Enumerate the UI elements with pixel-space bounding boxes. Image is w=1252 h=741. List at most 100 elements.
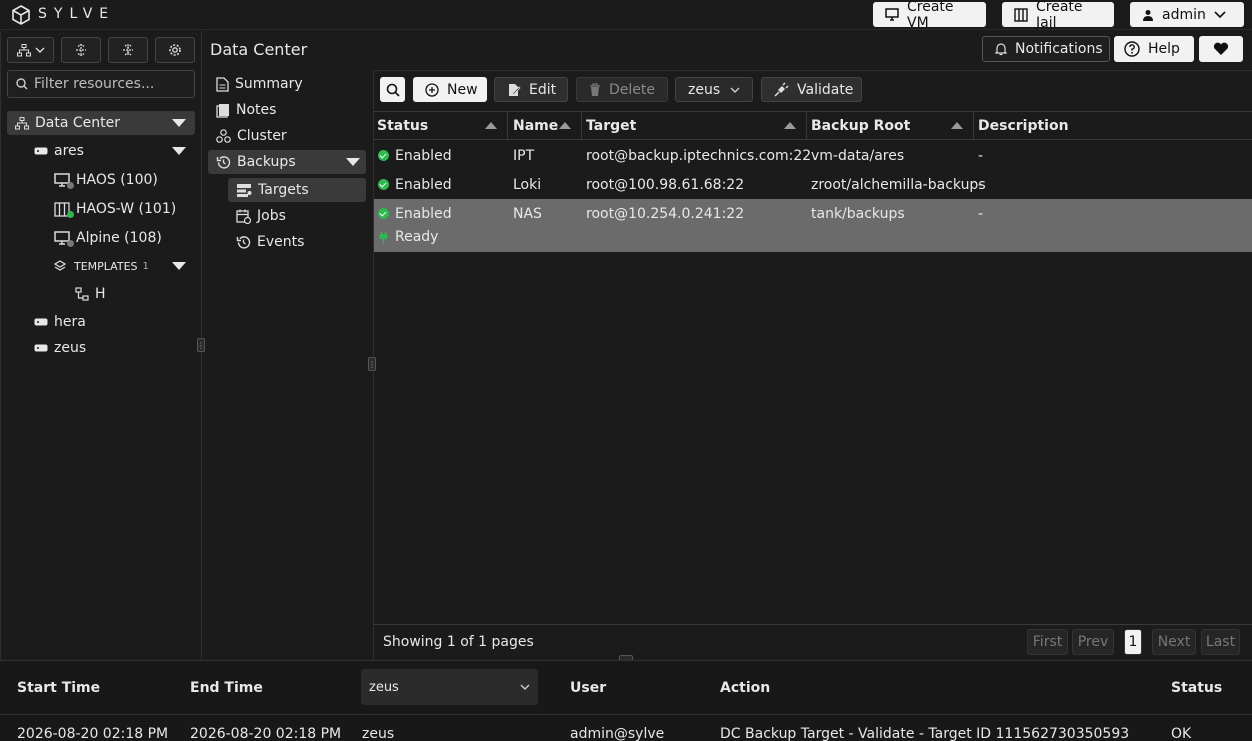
sort-icon[interactable] [559, 122, 571, 129]
edit-label: Edit [529, 81, 557, 98]
nav-jobs[interactable]: Jobs [228, 204, 366, 228]
datacenter-icon [15, 116, 29, 130]
column-header-name[interactable]: Name [508, 112, 582, 140]
expand-all-button[interactable] [61, 37, 101, 63]
column-header-status[interactable]: Status [374, 112, 508, 140]
plus-circle-icon [425, 82, 439, 97]
help-label: Help [1148, 41, 1180, 57]
column-label: Name [513, 118, 559, 134]
question-circle-icon [1124, 41, 1140, 57]
name-cell: Loki [513, 176, 542, 193]
templates-count: 1 [142, 260, 149, 272]
nav-events[interactable]: Events [228, 230, 366, 254]
tree-item-datacenter[interactable]: Data Center [7, 111, 195, 135]
log-node-filter[interactable]: zeus [361, 669, 538, 705]
log-end-time: 2026-08-20 02:18 PM [190, 726, 342, 741]
user-menu-button[interactable]: admin [1130, 2, 1244, 27]
delete-button[interactable]: Delete [576, 77, 668, 102]
nav-summary[interactable]: Summary [208, 72, 366, 96]
status-cell: Enabled [378, 170, 452, 199]
status-text: Enabled [395, 205, 452, 222]
tree-item-template[interactable]: H [75, 282, 106, 306]
log-status: OK [1171, 726, 1192, 741]
chevron-down-icon [730, 87, 740, 93]
status-text: Enabled [395, 176, 452, 193]
log-header-start-time: Start Time [17, 680, 101, 696]
tree-item-label: H [95, 286, 106, 302]
notifications-label: Notifications [1015, 41, 1103, 57]
caret-down-icon[interactable] [172, 262, 186, 270]
column-header-target[interactable]: Target [582, 112, 807, 140]
table-row-selected[interactable]: Enabled NAS root@10.254.0.241:22 tank/ba… [374, 199, 1252, 252]
brand-name: SYLVE [38, 6, 116, 22]
create-jail-button[interactable]: Create Jail [1002, 0, 1114, 31]
chevron-down-icon [1214, 10, 1226, 19]
caret-down-icon[interactable] [346, 158, 360, 166]
create-vm-button[interactable]: Create VM [873, 0, 986, 31]
tree-item-label: HAOS (100) [76, 172, 158, 188]
sort-icon[interactable] [784, 122, 796, 129]
status-stopped-dot [67, 240, 74, 247]
validation-status-text: Ready [395, 229, 439, 245]
status-cell: Enabled [378, 141, 452, 170]
sort-icon[interactable] [951, 122, 963, 129]
sort-icon[interactable] [485, 122, 497, 129]
name-cell: NAS [513, 205, 542, 222]
layers-icon [54, 260, 66, 272]
new-button[interactable]: New [413, 77, 487, 102]
column-header-backup-root[interactable]: Backup Root [807, 112, 974, 140]
monitor-icon [885, 8, 899, 21]
plug-status-icon [378, 231, 389, 244]
server-icon [34, 147, 48, 155]
nav-backups[interactable]: Backups [208, 150, 366, 174]
tree-item-hera[interactable]: hera [34, 310, 86, 334]
first-page-button[interactable]: First [1027, 629, 1068, 655]
table-row[interactable]: Enabled IPT root@backup.iptechnics.com:2… [374, 141, 1252, 170]
search-button[interactable] [380, 77, 405, 102]
nav-label: Backups [237, 154, 296, 170]
chevron-down-icon [35, 47, 45, 53]
nav-label: Events [257, 234, 305, 250]
help-button[interactable]: Help [1114, 36, 1194, 62]
filter-resources-field[interactable] [7, 70, 195, 98]
last-page-button[interactable]: Last [1201, 629, 1240, 655]
settings-button[interactable] [155, 37, 195, 63]
column-header-description[interactable]: Description [974, 112, 1252, 140]
edit-icon [507, 83, 521, 97]
column-label: Target [586, 118, 637, 134]
hierarchy-icon [16, 43, 31, 57]
tree-item-zeus[interactable]: zeus [34, 336, 86, 360]
tree-item-ares[interactable]: ares [34, 139, 84, 163]
collapse-all-button[interactable] [108, 37, 148, 63]
target-cell: root@100.98.61.68:22 [586, 176, 745, 193]
tree-view-dropdown[interactable] [7, 37, 54, 63]
page-number-button[interactable]: 1 [1124, 629, 1142, 655]
prev-page-button[interactable]: Prev [1072, 629, 1114, 655]
notifications-button[interactable]: Notifications [982, 36, 1110, 62]
page-title: Data Center [210, 40, 308, 59]
validation-status: Ready [378, 224, 438, 250]
column-label: Description [978, 118, 1069, 134]
status-stopped-dot [67, 182, 74, 189]
nav-label: Summary [235, 76, 303, 92]
filter-resources-input[interactable] [34, 76, 184, 92]
node-select[interactable]: zeus [675, 77, 753, 102]
validate-button[interactable]: Validate [761, 77, 862, 102]
caret-down-icon[interactable] [172, 147, 186, 155]
nav-targets[interactable]: Targets [228, 178, 366, 202]
next-page-button[interactable]: Next [1152, 629, 1196, 655]
donate-button[interactable] [1199, 36, 1243, 62]
table-row[interactable]: Enabled Loki root@100.98.61.68:22 zroot/… [374, 170, 1252, 199]
new-label: New [447, 81, 478, 98]
edit-button[interactable]: Edit [494, 77, 568, 102]
gear-icon [168, 43, 182, 57]
nav-notes[interactable]: Notes [208, 98, 366, 122]
tree-item-label: HAOS-W (101) [76, 201, 177, 217]
user-icon [1142, 9, 1154, 21]
nav-label: Jobs [257, 208, 286, 224]
caret-down-icon[interactable] [172, 119, 186, 127]
tree-item-templates[interactable]: TEMPLATES 1 [54, 254, 149, 278]
log-header-status: Status [1171, 680, 1223, 696]
nav-label: Notes [236, 102, 277, 118]
nav-cluster[interactable]: Cluster [208, 124, 366, 148]
